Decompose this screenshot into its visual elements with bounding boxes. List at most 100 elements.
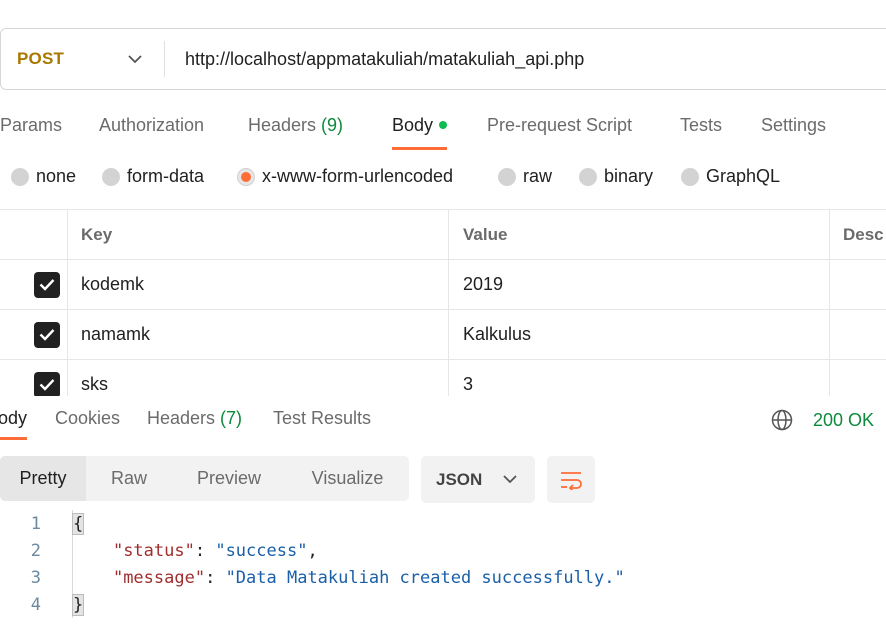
radio-circle: [11, 167, 29, 186]
checkmark-icon: [39, 329, 55, 341]
row-key[interactable]: namamk: [68, 310, 449, 359]
tab-params[interactable]: Params: [0, 108, 62, 150]
code-line: 1 {: [0, 510, 886, 537]
tab-label: Cookies: [55, 408, 121, 428]
header-description: Desc: [843, 224, 884, 244]
tab-pre-request-script[interactable]: Pre-request Script: [487, 108, 632, 150]
row-value[interactable]: Kalkulus: [449, 310, 830, 359]
checkmark-icon: [39, 379, 55, 391]
params-table: Key Value Desc kodemk 2019 namamk Kalkul…: [0, 209, 886, 396]
json-key: "status": [112, 540, 195, 561]
row-checkbox-cell: [0, 360, 68, 396]
radio-raw[interactable]: raw: [498, 166, 552, 187]
row-checkbox-cell: [0, 310, 68, 359]
radio-graphql[interactable]: GraphQL: [681, 166, 780, 187]
method-label: POST: [17, 49, 65, 68]
header-key: Key: [68, 210, 449, 259]
tab-tests[interactable]: Tests: [680, 108, 722, 150]
tab-headers[interactable]: Headers (9): [248, 108, 343, 150]
header-value: Value: [449, 210, 830, 259]
request-url-bar: POST http://localhost/appmatakuliah/mata…: [0, 28, 886, 90]
row-key[interactable]: sks: [68, 360, 449, 396]
tab-label: Authorization: [99, 115, 205, 135]
view-pretty[interactable]: Pretty: [0, 456, 86, 501]
tab-response-body[interactable]: ody: [0, 408, 28, 440]
row-checkbox[interactable]: [34, 321, 60, 348]
table-row: kodemk 2019: [0, 260, 886, 310]
radio-x-www-form-urlencoded[interactable]: x-www-form-urlencoded: [237, 166, 453, 187]
wrap-lines-icon: [561, 471, 582, 490]
close-brace: }: [72, 593, 85, 616]
radio-form-data[interactable]: form-data: [102, 166, 204, 187]
chevron-down-icon: [128, 54, 142, 63]
checkmark-icon: [39, 279, 55, 291]
row-value[interactable]: 2019: [449, 260, 830, 309]
tab-cookies[interactable]: Cookies: [55, 408, 120, 440]
row-checkbox[interactable]: [34, 271, 60, 298]
open-brace: {: [72, 512, 85, 535]
json-string: "Data Matakuliah created successfully.": [225, 567, 625, 588]
headers-count: (9): [321, 115, 344, 135]
tab-response-headers[interactable]: Headers (7): [147, 408, 242, 440]
radio-label: raw: [523, 166, 553, 186]
tab-label: Headers: [248, 115, 322, 135]
header-checkbox-cell: [0, 210, 68, 259]
tab-authorization[interactable]: Authorization: [99, 108, 204, 150]
row-description[interactable]: [830, 260, 886, 309]
view-raw[interactable]: Raw: [86, 456, 172, 501]
code-text: }: [72, 593, 85, 616]
url-input[interactable]: http://localhost/appmatakuliah/matakulia…: [165, 49, 584, 70]
table-row: namamk Kalkulus: [0, 310, 886, 360]
response-headers-count: (7): [220, 408, 243, 428]
code-text: "status": "success",: [112, 540, 318, 561]
tab-settings[interactable]: Settings: [761, 108, 826, 150]
radio-binary[interactable]: binary: [579, 166, 653, 187]
code-line: 3 "message": "Data Matakuliah created su…: [0, 564, 886, 591]
row-description[interactable]: [830, 360, 886, 396]
code-text: {: [72, 512, 85, 535]
tab-label: Test Results: [273, 408, 372, 428]
json-key: "message": [112, 567, 206, 588]
row-value[interactable]: 3: [449, 360, 830, 396]
line-number: 3: [30, 567, 41, 588]
code-line: 2 "status": "success",: [0, 537, 886, 564]
tab-test-results[interactable]: Test Results: [273, 408, 371, 440]
line-number: 4: [30, 594, 41, 615]
globe-icon[interactable]: [771, 409, 793, 431]
code-text: "message": "Data Matakuliah created succ…: [112, 567, 625, 588]
table-header-row: Key Value Desc: [0, 210, 886, 260]
response-status[interactable]: 200 OK: [813, 410, 874, 431]
radio-none[interactable]: none: [11, 166, 76, 187]
row-key[interactable]: kodemk: [68, 260, 449, 309]
method-select[interactable]: POST: [1, 41, 165, 77]
tab-label: ody: [0, 408, 28, 428]
code-line: 4 }: [0, 591, 886, 618]
body-indicator-dot: [439, 121, 448, 130]
radio-circle: [237, 167, 255, 186]
radio-circle: [579, 167, 597, 186]
tab-label: Body: [392, 115, 434, 135]
view-visualize[interactable]: Visualize: [286, 456, 409, 501]
json-string: "success": [215, 540, 308, 561]
radio-label: form-data: [127, 166, 205, 186]
wrap-lines-button[interactable]: [547, 456, 595, 503]
row-description[interactable]: [830, 310, 886, 359]
table-row: sks 3: [0, 360, 886, 396]
radio-label: none: [36, 166, 77, 186]
line-number: 1: [30, 513, 41, 534]
tab-label: Settings: [761, 115, 827, 135]
row-checkbox-cell: [0, 260, 68, 309]
row-checkbox[interactable]: [34, 371, 60, 396]
tab-label: Pre-request Script: [487, 115, 633, 135]
radio-circle: [498, 167, 516, 186]
view-mode-group: Pretty Raw Preview Visualize: [0, 456, 409, 501]
format-select[interactable]: JSON: [421, 456, 535, 503]
radio-circle: [102, 167, 120, 186]
response-tabs: ody Cookies Headers (7) Test Results: [0, 396, 886, 444]
view-preview[interactable]: Preview: [172, 456, 286, 501]
radio-label: binary: [604, 166, 654, 186]
tab-label: Tests: [680, 115, 723, 135]
tab-label: Headers: [147, 408, 221, 428]
tab-body[interactable]: Body: [392, 108, 448, 150]
tab-label: Params: [0, 115, 63, 135]
